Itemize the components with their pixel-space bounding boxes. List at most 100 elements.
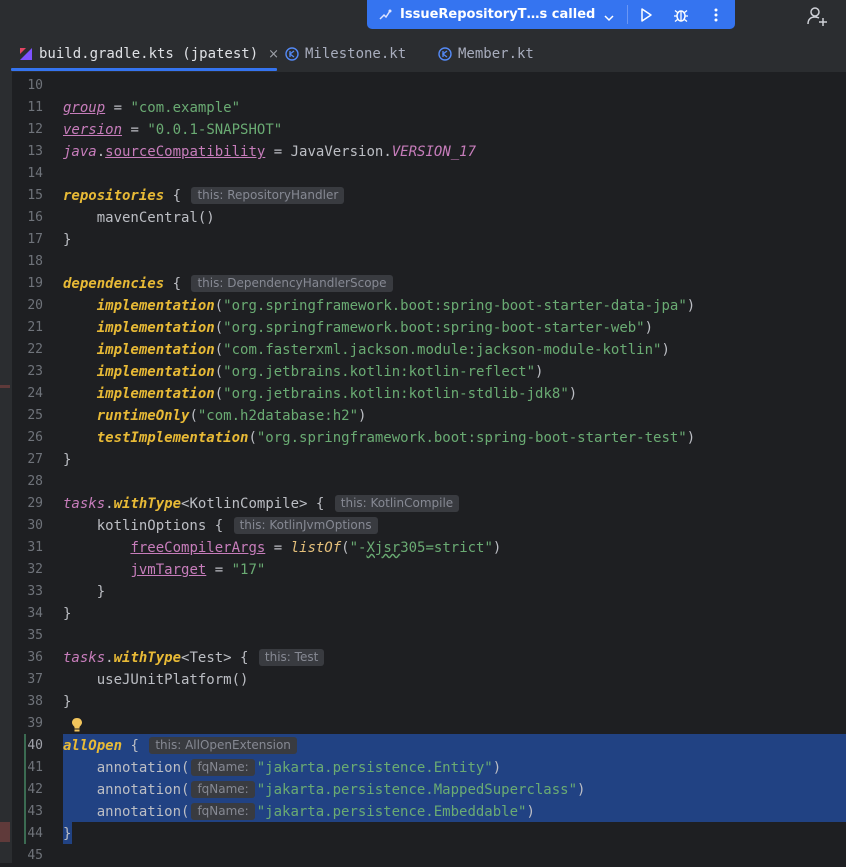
- tab-milestone[interactable]: Milestone.kt: [285, 36, 406, 72]
- line-number: 21: [27, 320, 43, 335]
- line-number: 15: [27, 188, 43, 203]
- code-token: annotation(: [63, 782, 190, 798]
- code-string: "jakarta.persistence.MappedSuperclass": [256, 782, 578, 798]
- code-string: "com.h2database:h2": [197, 408, 359, 424]
- code-token: ): [526, 804, 535, 820]
- line-number: 40: [27, 738, 43, 753]
- line-number: 10: [27, 78, 43, 93]
- code-string: "org.springframework.boot:spring-boot-st…: [223, 298, 687, 314]
- line-number: 31: [27, 540, 43, 555]
- code-token: version: [63, 122, 123, 138]
- code-string: "org.springframework.boot:spring-boot-st…: [256, 430, 687, 446]
- code-line: 24 implementation("org.jetbrains.kotlin:…: [0, 383, 846, 405]
- code-line: 16 mavenCentral(): [0, 207, 846, 229]
- inlay-hint: this: RepositoryHandler: [191, 187, 345, 204]
- line-number: 29: [27, 496, 43, 511]
- kebab-icon[interactable]: [707, 6, 725, 24]
- code-string: "jakarta.persistence.Entity": [256, 760, 493, 776]
- code-token: <KotlinCompile> {: [181, 496, 325, 512]
- code-line: 41 annotation(fqName: "jakarta.persistenc…: [0, 757, 846, 779]
- code-line: 13 java.sourceCompatibility = JavaVersion…: [0, 141, 846, 163]
- line-number: 27: [27, 452, 43, 467]
- code-line: 39: [0, 713, 846, 735]
- code-token: ): [577, 782, 586, 798]
- code-line: 12 version = "0.0.1-SNAPSHOT": [0, 119, 846, 141]
- line-number: 25: [27, 408, 43, 423]
- code-token: implementation: [96, 386, 215, 402]
- line-number: 34: [27, 606, 43, 621]
- code-token: = JavaVersion.: [265, 144, 392, 160]
- close-icon[interactable]: ×: [268, 47, 279, 62]
- line-number: 36: [27, 650, 43, 665]
- code-token: {: [164, 276, 182, 292]
- inlay-hint: fqName:: [191, 759, 255, 776]
- code-token: dependencies: [63, 276, 165, 292]
- code-line: 19 dependencies { this: DependencyHandler…: [0, 273, 846, 295]
- code-line: 14: [0, 163, 846, 185]
- code-string: "org.jetbrains.kotlin:kotlin-stdlib-jdk8…: [223, 386, 569, 402]
- line-number: 22: [27, 342, 43, 357]
- line-number: 14: [27, 166, 43, 181]
- code-string: "-: [349, 540, 367, 556]
- code-token: <Test> {: [181, 650, 249, 666]
- code-line: 18: [0, 251, 846, 273]
- code-token: withType: [113, 496, 182, 512]
- code-token: }: [63, 452, 72, 468]
- line-number: 18: [27, 254, 43, 269]
- kotlin-class-icon: [438, 47, 452, 61]
- code-line: 31 freeCompilerArgs = listOf("-Xjsr305=s…: [0, 537, 846, 559]
- code-line: 30 kotlinOptions { this: KotlinJvmOption…: [0, 515, 846, 537]
- code-token: {: [122, 738, 139, 754]
- play-icon[interactable]: [637, 6, 655, 24]
- code-token: mavenCentral(): [63, 210, 215, 226]
- code-string: "17": [231, 562, 266, 578]
- toolbar-separator: [627, 5, 629, 24]
- code-token: testImplementation: [96, 430, 249, 446]
- code-token: =: [265, 540, 291, 556]
- chevron-down-icon[interactable]: [603, 9, 615, 21]
- tab-label: Milestone.kt: [305, 46, 407, 62]
- lightbulb-icon[interactable]: [70, 717, 84, 733]
- code-token: tasks: [63, 650, 106, 666]
- line-number: 44: [27, 826, 43, 841]
- code-token: jvmTarget: [130, 562, 207, 578]
- code-string: "com.example": [130, 100, 241, 116]
- line-number: 12: [27, 122, 43, 137]
- code-line: 28: [0, 471, 846, 493]
- bug-icon[interactable]: [672, 6, 690, 24]
- code-token: tasks: [63, 496, 106, 512]
- run-configuration-widget[interactable]: IssueRepositoryT…s called: [367, 0, 735, 29]
- run-config-label[interactable]: IssueRepositoryT…s called: [400, 7, 595, 22]
- add-user-icon[interactable]: [806, 5, 828, 27]
- line-number: 20: [27, 298, 43, 313]
- code-token: }: [63, 826, 72, 842]
- line-number: 30: [27, 518, 43, 533]
- code-line: 11 group = "com.example": [0, 97, 846, 119]
- line-number: 16: [27, 210, 43, 225]
- inlay-hint: fqName:: [191, 781, 255, 798]
- code-token: =: [206, 562, 232, 578]
- code-line: 35: [0, 625, 846, 647]
- typo-highlight[interactable]: Xjsr: [366, 540, 400, 556]
- main-toolbar: IssueRepositoryT…s called: [0, 0, 846, 36]
- code-string: "0.0.1-SNAPSHOT": [147, 122, 283, 138]
- kotlin-class-icon: [285, 47, 299, 61]
- line-number: 13: [27, 144, 43, 159]
- code-line: 37 useJUnitPlatform(): [0, 669, 846, 691]
- active-tab-indicator: [11, 68, 277, 71]
- tab-build-gradle[interactable]: build.gradle.kts (jpatest) ×: [19, 36, 279, 72]
- inlay-hint: this: AllOpenExtension: [149, 737, 297, 754]
- line-number: 37: [27, 672, 43, 687]
- code-token: }: [63, 232, 72, 248]
- code-line: 10: [0, 75, 846, 97]
- code-token: freeCompilerArgs: [130, 540, 266, 556]
- gradle-kotlin-icon: [19, 47, 33, 61]
- tab-member[interactable]: Member.kt: [438, 36, 534, 72]
